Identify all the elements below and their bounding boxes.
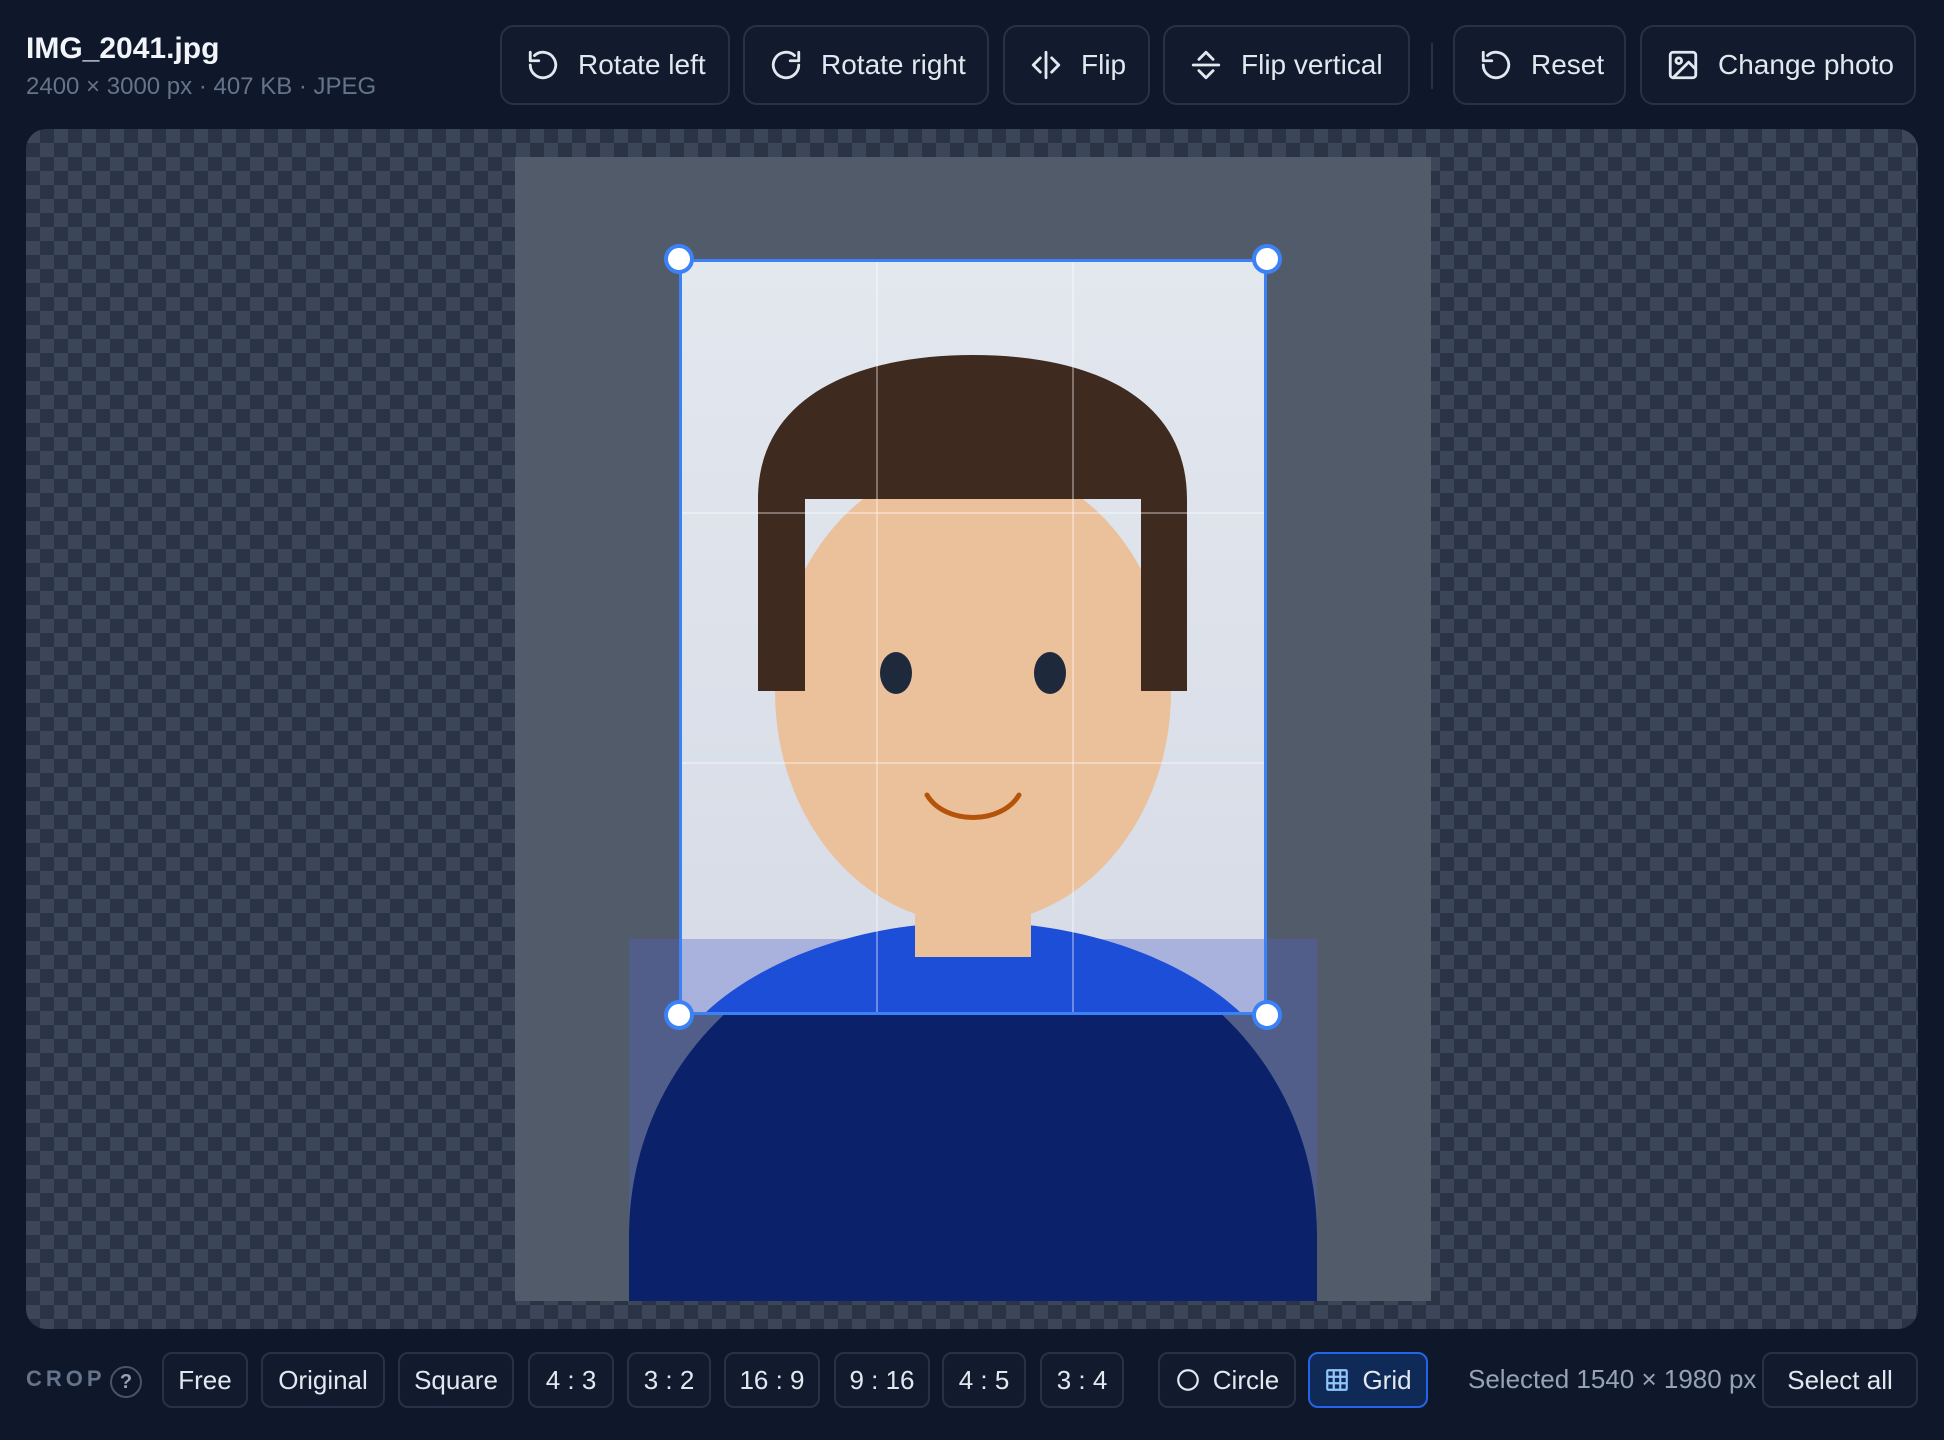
flip-label: Flip bbox=[1081, 49, 1127, 80]
circle-label: Circle bbox=[1212, 1364, 1280, 1395]
ratio-3-4-button[interactable]: 3 : 4 bbox=[1040, 1352, 1124, 1408]
flip-vertical-icon bbox=[1191, 50, 1221, 80]
toolbar-divider bbox=[1431, 43, 1433, 89]
flip-button[interactable]: Flip bbox=[1003, 25, 1150, 105]
rotate-left-label: Rotate left bbox=[578, 49, 706, 80]
crop-options-bar: CROP ? Free Original Square 4 : 3 3 : 2 … bbox=[0, 1352, 1944, 1412]
ratio-square-button[interactable]: Square bbox=[398, 1352, 514, 1408]
crop-handle-top-right[interactable] bbox=[1252, 244, 1282, 274]
grid-line-h2 bbox=[682, 762, 1264, 764]
grid-icon bbox=[1326, 1369, 1349, 1391]
reset-button[interactable]: Reset bbox=[1453, 25, 1626, 105]
rotate-right-button[interactable]: Rotate right bbox=[743, 25, 989, 105]
ratio-free-button[interactable]: Free bbox=[162, 1352, 248, 1408]
flip-horizontal-icon bbox=[1031, 50, 1061, 80]
rotate-left-button[interactable]: Rotate left bbox=[500, 25, 730, 105]
ratio-3-2-button[interactable]: 3 : 2 bbox=[627, 1352, 711, 1408]
change-photo-button[interactable]: Change photo bbox=[1640, 25, 1916, 105]
crop-handle-bottom-right[interactable] bbox=[1252, 1000, 1282, 1030]
grid-line-h1 bbox=[682, 512, 1264, 514]
ratio-4-3-button[interactable]: 4 : 3 bbox=[528, 1352, 614, 1408]
selection-size: Selected 1540 × 1980 px bbox=[1468, 1364, 1757, 1394]
select-all-button[interactable]: Select all bbox=[1762, 1352, 1918, 1408]
flip-vertical-label: Flip vertical bbox=[1241, 49, 1383, 80]
rotate-right-icon bbox=[771, 50, 801, 80]
help-icon[interactable]: ? bbox=[110, 1366, 142, 1398]
crop-canvas[interactable] bbox=[26, 129, 1918, 1329]
grid-line-v1 bbox=[876, 262, 878, 1012]
crop-label: CROP bbox=[26, 1366, 106, 1391]
circle-toggle[interactable]: Circle bbox=[1158, 1352, 1296, 1408]
grid-label: Grid bbox=[1362, 1364, 1412, 1395]
crop-selection[interactable] bbox=[679, 259, 1267, 1015]
grid-line-v2 bbox=[1072, 262, 1074, 1012]
rotate-right-label: Rotate right bbox=[821, 49, 966, 80]
crop-handle-bottom-left[interactable] bbox=[664, 1000, 694, 1030]
circle-icon bbox=[1176, 1369, 1199, 1391]
editor-header: IMG_2041.jpg 2400 × 3000 px · 407 KB · J… bbox=[0, 0, 1944, 128]
crop-handle-top-left[interactable] bbox=[664, 244, 694, 274]
image-icon bbox=[1668, 50, 1698, 80]
ratio-original-button[interactable]: Original bbox=[261, 1352, 385, 1408]
rotate-left-icon bbox=[528, 50, 558, 80]
file-name: IMG_2041.jpg bbox=[26, 32, 220, 65]
file-meta: 2400 × 3000 px · 407 KB · JPEG bbox=[26, 73, 377, 100]
grid-toggle[interactable]: Grid bbox=[1308, 1352, 1428, 1408]
flip-vertical-button[interactable]: Flip vertical bbox=[1163, 25, 1410, 105]
change-photo-label: Change photo bbox=[1718, 49, 1894, 80]
file-info: IMG_2041.jpg 2400 × 3000 px · 407 KB · J… bbox=[26, 30, 376, 102]
reset-icon bbox=[1481, 50, 1511, 80]
reset-label: Reset bbox=[1531, 49, 1605, 80]
ratio-16-9-button[interactable]: 16 : 9 bbox=[724, 1352, 820, 1408]
ratio-9-16-button[interactable]: 9 : 16 bbox=[834, 1352, 930, 1408]
ratio-4-5-button[interactable]: 4 : 5 bbox=[942, 1352, 1026, 1408]
